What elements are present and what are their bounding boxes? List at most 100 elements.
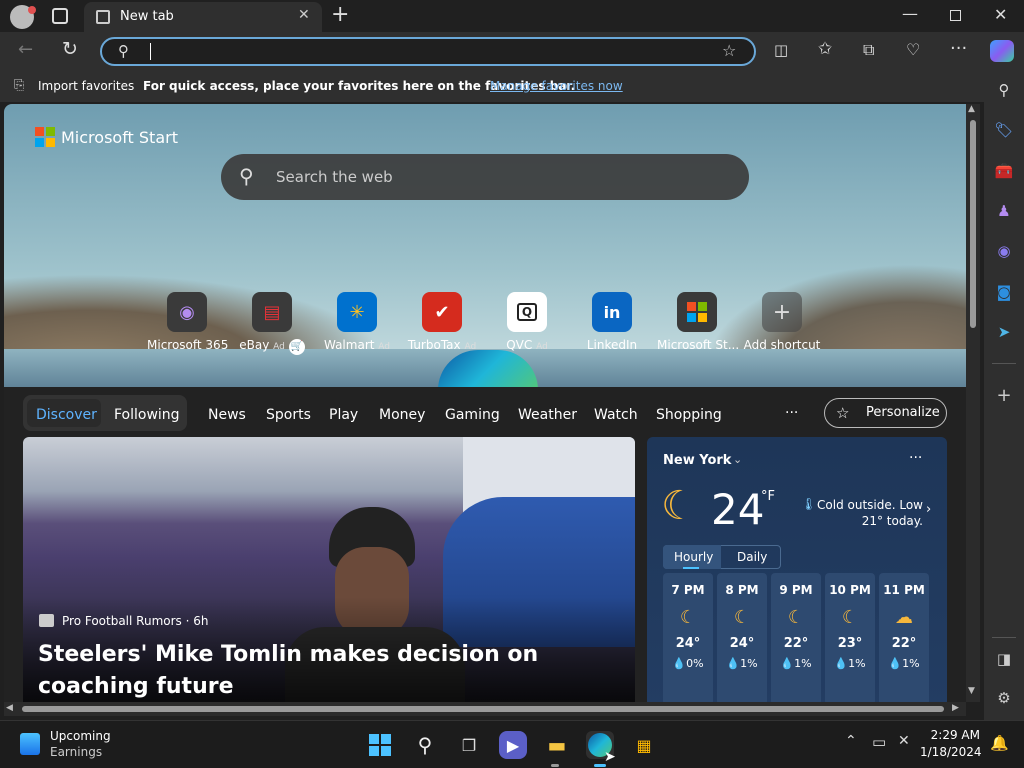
shortcut-walmart[interactable]: ✳ Walmart Ad [317,292,397,352]
tools-icon[interactable]: 🧰 [994,161,1014,181]
shopping-tag-icon[interactable]: 🏷 [994,120,1014,140]
scroll-right-arrow[interactable]: ▶ [952,703,959,713]
web-search-box[interactable]: ⚲ Search the web [221,154,749,200]
add-sidebar-app-icon[interactable]: + [994,386,1014,406]
minimize-button[interactable]: — [902,4,918,23]
hour-time: 10 PM [829,583,871,597]
horizontal-scrollbar[interactable]: ◀ ▶ [4,702,966,716]
personalize-icon: ☆ [836,404,850,422]
tab-daily[interactable]: Daily [737,550,767,564]
brand-title[interactable]: Microsoft Start [61,128,178,147]
drop-icon[interactable]: ➤ [994,322,1014,342]
taskbar-search-icon[interactable]: ⚲ [411,731,439,759]
weather-more-icon[interactable]: ··· [909,450,922,466]
sidebar-search-icon[interactable]: ⚲ [994,80,1014,100]
tab-sports[interactable]: Sports [266,407,311,423]
source-logo-icon [39,614,54,627]
clock-time[interactable]: 2:29 AM [930,728,980,742]
tab-money[interactable]: Money [379,407,425,423]
start-button[interactable] [366,731,394,759]
hour-forecast[interactable]: 8 PM ☾ 24° 💧1% [717,573,767,702]
chevron-down-icon[interactable]: ⌄ [733,453,742,466]
tab-watch[interactable]: Watch [594,407,638,423]
scroll-down-arrow[interactable]: ▼ [968,686,975,696]
notifications-icon[interactable]: 🔔 [990,734,1009,752]
taskbar: Upcoming Earnings ⚲ ❐ ▶ ▬ ▦ ➤ ⌃ ▭ ✕ 2:29… [0,720,1024,768]
tab-discover[interactable]: Discover [36,407,97,423]
show-hidden-icons-chevron[interactable]: ⌃ [845,733,857,749]
hero-article-card[interactable]: Pro Football Rumors · 6h Steelers' Mike … [23,437,635,702]
hour-forecast[interactable]: 9 PM ☾ 22° 💧1% [771,573,821,702]
shortcut-microsoft-365[interactable]: ◉ Microsoft 365 [147,292,228,352]
article-headline[interactable]: Steelers' Mike Tomlin makes decision on … [38,639,618,702]
tab-title: New tab [120,9,174,24]
import-icon: ⎘ [14,78,25,93]
favorites-icon[interactable]: ✩ [818,39,832,59]
shortcut-turbotax[interactable]: ✔ TurboTax Ad [402,292,482,352]
microsoft-365-sidebar-icon[interactable]: ◉ [994,241,1014,261]
moon-icon: ☾ [679,607,697,628]
shortcut-linkedin[interactable]: in LinkedIn [572,292,652,352]
microsoft-store-taskbar-icon[interactable]: ▦ [630,731,658,759]
vertical-scrollbar[interactable]: ▲ ▼ [966,104,980,702]
settings-more-icon[interactable]: ··· [950,38,967,59]
copilot-icon[interactable] [990,40,1014,62]
close-tab-icon[interactable]: ✕ [298,7,310,23]
hour-forecast[interactable]: 11 PM ☁ 22° 💧1% [879,573,929,702]
tab-actions-icon[interactable] [52,8,68,24]
weather-location[interactable]: New York [663,453,731,468]
personalize-button[interactable]: ☆ Personalize [824,398,947,428]
split-screen-icon[interactable]: ◫ [774,41,788,59]
shortcut-qvc[interactable]: Q QVC Ad [487,292,567,352]
import-favorites-button[interactable]: Import favorites [38,79,134,93]
browser-essentials-icon[interactable]: ♡ [906,40,920,59]
network-icon[interactable]: ▭ [872,733,886,751]
cart-icon[interactable]: 🛒 [288,339,305,355]
moon-icon: ☾ [661,483,697,529]
tab-news[interactable]: News [208,407,246,423]
tab-play[interactable]: Play [329,407,358,423]
stocks-widget-icon[interactable] [20,733,40,755]
scroll-left-arrow[interactable]: ◀ [6,703,13,713]
widget-title[interactable]: Upcoming [50,729,111,743]
tab-gaming[interactable]: Gaming [445,407,500,423]
hour-forecast[interactable]: 10 PM ☾ 23° 💧1% [825,573,875,702]
task-view-icon[interactable]: ❐ [455,731,483,759]
volume-muted-icon[interactable]: ✕ [898,733,910,749]
shortcut-microsoft-store[interactable]: Microsoft St... [657,292,739,352]
linkedin-icon: in [592,292,632,332]
hour-temp: 22° [783,636,809,651]
close-window-button[interactable]: ✕ [994,5,1007,24]
vertical-scroll-thumb[interactable] [970,120,976,328]
tab-weather[interactable]: Weather [518,407,577,423]
chevron-right-icon[interactable]: › [926,502,931,517]
more-tabs-button[interactable]: ··· [785,405,798,421]
hide-sidebar-icon[interactable]: ◨ [994,649,1014,669]
tab-new-tab[interactable]: New tab ✕ [84,2,322,32]
games-icon[interactable]: ♟ [994,201,1014,221]
tab-following[interactable]: Following [114,407,180,423]
favorite-star-icon[interactable]: ☆ [722,41,736,60]
file-explorer-icon[interactable]: ▬ [543,731,571,759]
collections-icon[interactable]: ⧉ [863,40,874,60]
manage-favorites-link[interactable]: Manage favorites now [490,79,623,93]
clock-date[interactable]: 1/18/2024 [920,745,982,759]
back-button[interactable]: ← [18,39,33,60]
address-bar[interactable]: ⚲ ☆ [100,37,756,66]
hour-temp: 22° [891,636,917,651]
teams-chat-icon[interactable]: ▶ [499,731,527,759]
sidebar-settings-icon[interactable]: ⚙ [994,688,1014,708]
weather-note: Cold outside. Low 21° today. [817,498,923,528]
shortcut-ebay[interactable]: ▤ eBay Ad 🛒 [232,292,312,355]
add-shortcut-button[interactable]: + Add shortcut [742,292,822,352]
refresh-button[interactable]: ↻ [62,38,78,60]
scroll-up-arrow[interactable]: ▲ [968,104,975,114]
tab-shopping[interactable]: Shopping [656,407,722,423]
horizontal-scroll-thumb[interactable] [22,706,944,712]
hour-forecast[interactable]: 7 PM ☾ 24° 💧0% [663,573,713,702]
new-tab-button[interactable]: + [331,2,349,27]
outlook-icon[interactable]: ◙ [994,282,1014,302]
restore-button[interactable] [950,10,961,21]
tab-hourly[interactable]: Hourly [674,550,713,564]
weather-card[interactable]: New York ⌄ ··· ☾ 24 °F 🌡 Cold outside. L… [647,437,947,702]
